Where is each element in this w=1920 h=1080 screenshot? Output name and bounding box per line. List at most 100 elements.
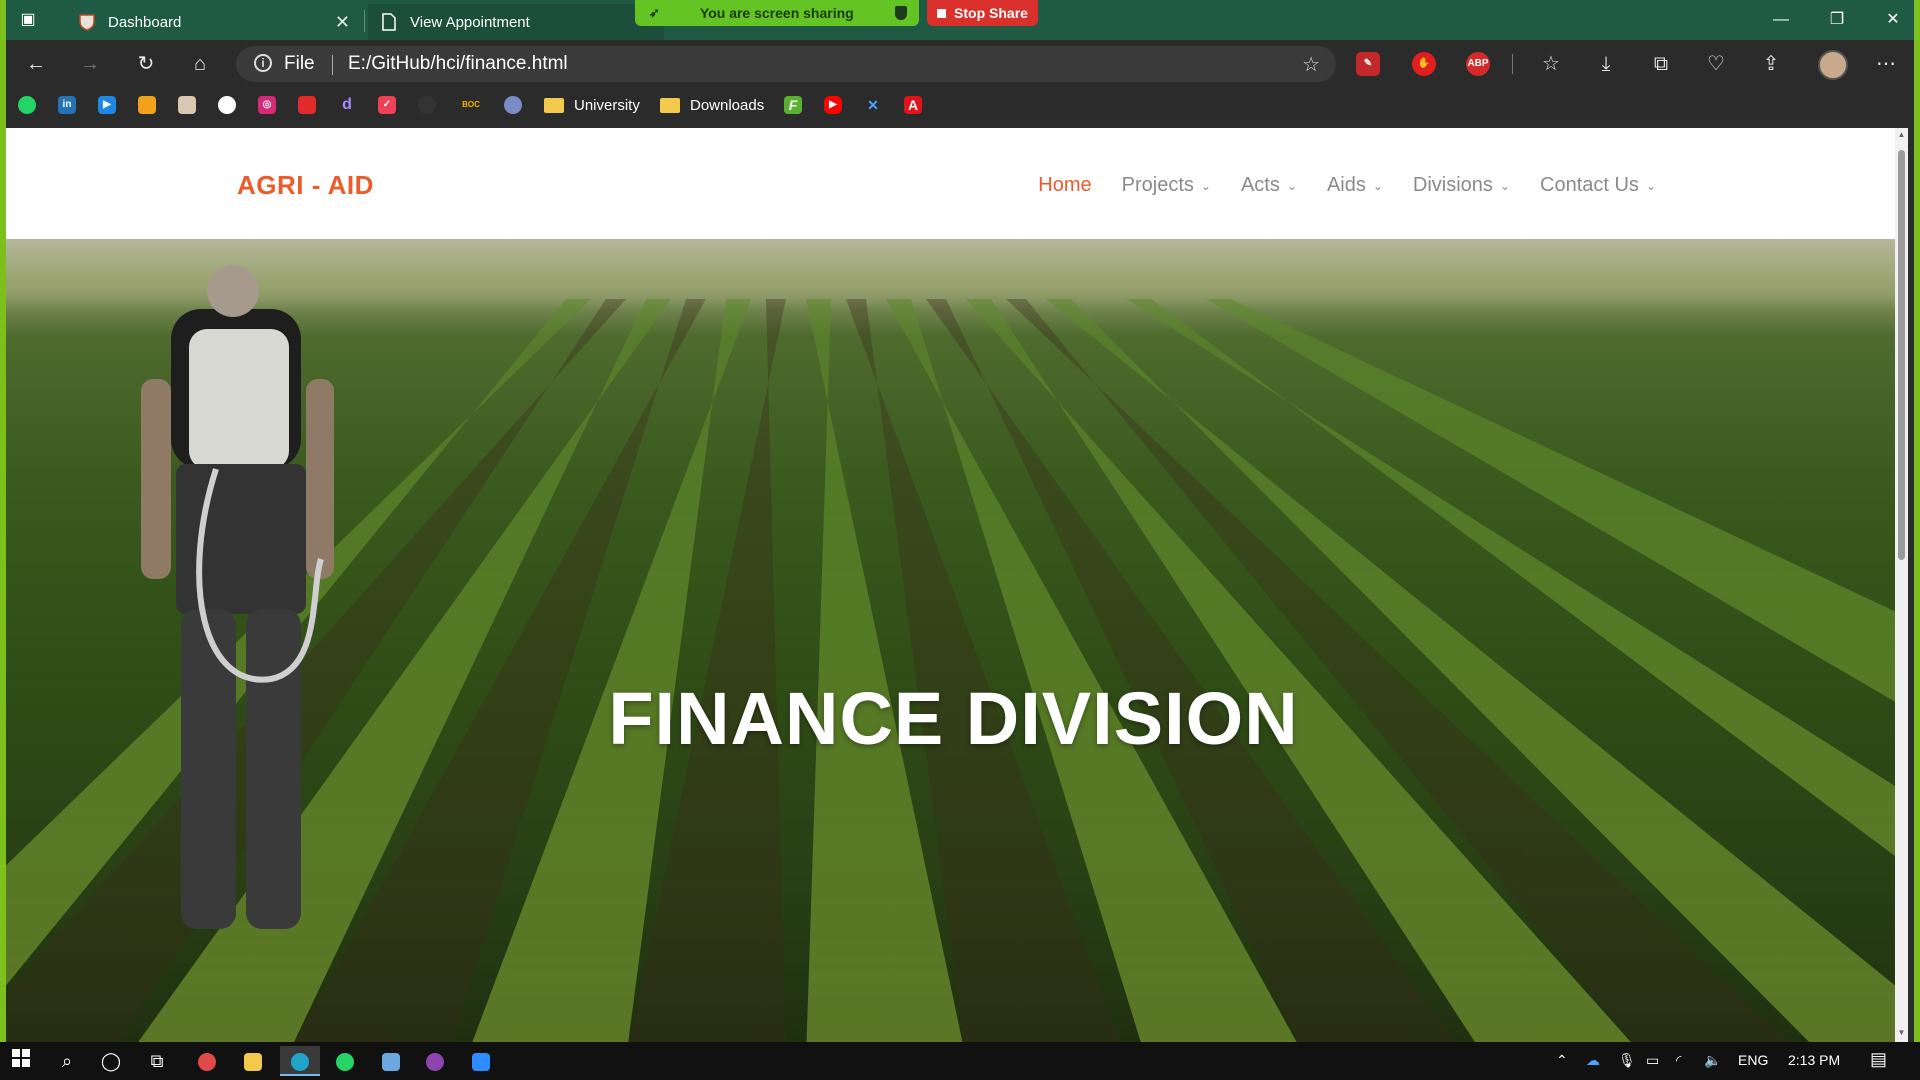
nav-contact-us[interactable]: Contact Us ⌄ [1540,174,1656,197]
tab-label: Dashboard [108,13,182,31]
app-icon[interactable] [192,1046,222,1076]
search-icon[interactable]: ⌕ [52,1046,82,1076]
zoom-icon[interactable] [466,1046,496,1076]
minimize-button[interactable]: — [1758,6,1804,34]
favorites-icon[interactable]: ☆ [1536,49,1566,79]
bookmark-pocket[interactable]: ✓ [378,95,396,115]
battery-icon[interactable]: ▭ [1646,1052,1659,1069]
address-divider [332,55,333,75]
tab-dashboard[interactable]: Dashboard ✕ [66,4,362,40]
windows-start-icon[interactable] [6,1046,36,1076]
hand-extension-icon[interactable]: ✋ [1412,52,1436,76]
url-scheme: File [284,53,315,74]
tab-label: View Appointment [410,13,530,31]
scroll-up-icon[interactable]: ▲ [1895,130,1908,142]
share-icon[interactable]: ⇪ [1756,49,1786,79]
dev-icon: d [338,96,356,114]
crest-icon [178,96,196,114]
windows-taskbar: ⌕ ◯ ⧉ ⌃ ☁ 🎙 ▭ ◜ 🔈 ENG 2:13 PM ▤ [0,1042,1920,1080]
tab-strip: ▣ Dashboard ✕ View Appointment ➶ You are… [6,0,1914,40]
huawei-icon [298,96,316,114]
refresh-icon[interactable]: ↻ [130,48,162,80]
bookmark-video[interactable]: ▶ [98,95,116,115]
bookmark-dev[interactable]: d [338,95,356,115]
bookmark-x[interactable]: ✕ [864,95,882,115]
restore-button[interactable]: ❐ [1814,6,1860,34]
nav-label: Home [1038,174,1092,196]
bookmark-youtube[interactable]: ▶ [824,95,842,115]
bookmarks-bar: in ▶ ◎ d ✓ BOC University Downloads F ▶ … [6,88,1914,122]
emblem-icon [504,96,522,114]
show-hidden-icons-icon[interactable]: ⌃ [1556,1052,1568,1069]
bookmark-boc[interactable]: BOC [458,95,484,115]
site-logo[interactable]: AGRI - AID [237,170,374,201]
microphone-icon[interactable]: 🎙 [1618,1052,1636,1069]
bookmark-adobe[interactable]: A [904,95,922,115]
forward-icon[interactable]: → [74,48,106,80]
bookmark-folder-university[interactable]: University [544,95,640,115]
more-menu-icon[interactable]: ⋯ [1871,49,1901,79]
add-favorite-icon[interactable]: ☆ [1302,52,1320,77]
task-view-icon[interactable]: ⧉ [142,1046,172,1076]
bookmark-instagram[interactable]: ◎ [258,95,276,115]
cortana-icon[interactable]: ◯ [96,1046,126,1076]
bookmark-linkedin[interactable]: in [58,95,76,115]
stop-share-button[interactable]: Stop Share [927,0,1038,26]
toolbar-divider [1512,54,1513,74]
notifications-icon[interactable]: ▤ [1870,1049,1887,1070]
tab-actions-icon[interactable]: ▣ [16,8,40,32]
bookmark-huawei[interactable] [298,95,316,115]
chevron-down-icon: ⌄ [1286,178,1297,193]
language-indicator[interactable]: ENG [1738,1052,1768,1068]
adblock-plus-icon[interactable]: ABP [1466,52,1490,76]
wifi-icon[interactable]: ◜ [1676,1052,1681,1069]
home-icon[interactable]: ⌂ [184,48,216,80]
bookmark-f[interactable]: F [784,95,802,115]
nav-projects[interactable]: Projects ⌄ [1122,174,1211,197]
scroll-thumb[interactable] [1898,150,1905,560]
share-status: You are screen sharing [699,5,854,21]
volume-icon[interactable]: 🔈 [1704,1052,1721,1069]
pen-extension-icon[interactable]: ✎ [1356,52,1380,76]
downloads-icon[interactable]: ⤓ [1591,49,1621,79]
tab-view-appointment[interactable]: View Appointment [368,4,664,40]
onedrive-icon[interactable]: ☁ [1586,1052,1600,1069]
bookmark-crest[interactable] [178,95,196,115]
hero-banner: FINANCE DIVISION [6,239,1901,1042]
edge-browser-icon[interactable] [280,1046,320,1076]
bookmark-folder-downloads[interactable]: Downloads [660,95,764,115]
close-tab-icon[interactable]: ✕ [335,12,350,33]
bookmark-team[interactable] [138,95,156,115]
bookmark-label: University [574,96,640,114]
close-window-button[interactable]: ✕ [1870,6,1916,34]
page-scrollbar[interactable]: ▲ ▼ [1895,128,1908,1042]
hero-title: FINANCE DIVISION [608,677,1299,760]
profile-avatar[interactable] [1818,50,1848,80]
bookmark-emblem[interactable] [504,95,522,115]
github-desktop-icon[interactable] [420,1046,450,1076]
bookmark-github[interactable] [218,95,236,115]
stop-share-label: Stop Share [954,5,1028,21]
clock-time[interactable]: 2:13 PM [1788,1052,1840,1068]
url-text[interactable]: E:/GitHub/hci/finance.html [348,53,568,75]
bookmark-circle[interactable] [418,95,436,115]
browser-essentials-icon[interactable]: ♡ [1701,49,1731,79]
collections-icon[interactable]: ⧉ [1646,49,1676,79]
nav-divisions[interactable]: Divisions ⌄ [1413,174,1510,197]
nav-acts[interactable]: Acts ⌄ [1241,174,1297,197]
nav-label: Acts [1240,174,1280,196]
bookmark-whatsapp[interactable] [18,95,36,115]
screen-share-banner: ➶ You are screen sharing [635,0,919,26]
cube-app-icon[interactable] [376,1046,406,1076]
tab-divider [364,10,365,32]
file-explorer-icon[interactable] [238,1046,268,1076]
nav-home[interactable]: Home [1038,174,1091,197]
whatsapp-taskbar-icon[interactable] [330,1046,360,1076]
nav-aids[interactable]: Aids ⌄ [1327,174,1383,197]
team-icon [138,96,156,114]
info-icon[interactable]: i [254,54,272,72]
scroll-down-icon[interactable]: ▼ [1895,1028,1908,1040]
instagram-icon: ◎ [258,96,276,114]
address-bar[interactable]: i File E:/GitHub/hci/finance.html ☆ [236,46,1336,82]
back-icon[interactable]: ← [20,48,52,80]
